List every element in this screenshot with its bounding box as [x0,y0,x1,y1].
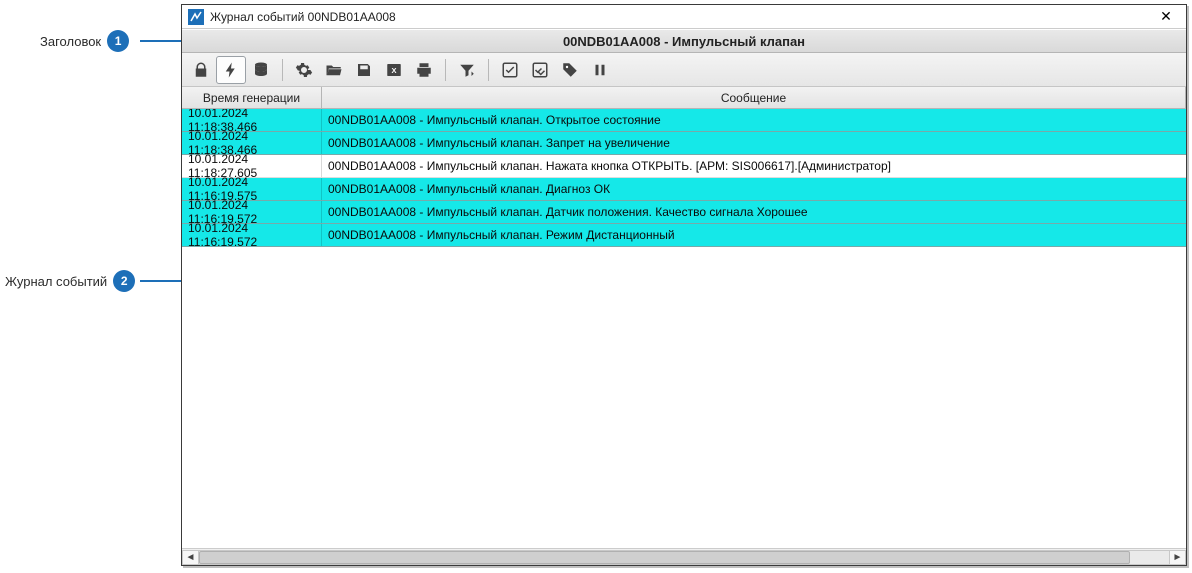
folder-open-icon [325,61,343,79]
svg-text:X: X [391,66,396,75]
lock-icon [192,61,210,79]
toolbar-separator [282,59,283,81]
cell-msg: 00NDB01AA008 - Импульсный клапан. Запрет… [322,132,1186,154]
cell-msg: 00NDB01AA008 - Импульсный клапан. Датчик… [322,201,1186,223]
database-icon [252,61,270,79]
toolbar-separator [488,59,489,81]
table-row[interactable]: 10.01.2024 11:18:38.46600NDB01AA008 - Им… [182,109,1186,132]
save-icon [355,61,373,79]
scroll-track[interactable] [199,550,1169,565]
ack-all-button[interactable] [525,56,555,84]
table-row[interactable]: 10.01.2024 11:18:38.46600NDB01AA008 - Им… [182,132,1186,155]
filter-button[interactable] [452,56,482,84]
tag-button[interactable] [555,56,585,84]
table-row[interactable]: 10.01.2024 11:16:19.57200NDB01AA008 - Им… [182,201,1186,224]
annotation-2-badge: 2 [113,270,135,292]
scroll-left-arrow[interactable]: ◄ [182,550,199,565]
database-button[interactable] [246,56,276,84]
annotation-1-badge: 1 [107,30,129,52]
scroll-thumb[interactable] [199,551,1130,564]
tag-icon [561,61,579,79]
event-log-window: Журнал событий 00NDB01AA008 ✕ 00NDB01AA0… [181,4,1187,566]
close-button[interactable]: ✕ [1152,7,1180,27]
settings-button[interactable] [289,56,319,84]
filter-icon [458,61,476,79]
gear-icon [295,61,313,79]
cell-time: 10.01.2024 11:18:38.466 [182,132,322,154]
annotation-1-label: Заголовок [40,34,101,49]
pause-button[interactable] [585,56,615,84]
scroll-right-arrow[interactable]: ► [1169,550,1186,565]
header-text: 00NDB01AA008 - Импульсный клапан [563,34,805,49]
save-button[interactable] [349,56,379,84]
header-strip: 00NDB01AA008 - Импульсный клапан [182,29,1186,53]
lock-button[interactable] [186,56,216,84]
col-time-header[interactable]: Время генерации [182,87,322,108]
titlebar: Журнал событий 00NDB01AA008 ✕ [182,5,1186,29]
toolbar: X [182,53,1186,87]
check-box-icon [501,61,519,79]
live-button[interactable] [216,56,246,84]
check-box-all-icon [531,61,549,79]
print-button[interactable] [409,56,439,84]
table-row[interactable]: 10.01.2024 11:18:27.60500NDB01AA008 - Им… [182,155,1186,178]
table-header: Время генерации Сообщение [182,87,1186,109]
export-excel-button[interactable]: X [379,56,409,84]
annotation-2-label: Журнал событий [5,274,107,289]
excel-icon: X [385,61,403,79]
cell-time: 10.01.2024 11:16:19.572 [182,201,322,223]
toolbar-separator [445,59,446,81]
annotation-1-line [140,40,181,42]
col-msg-header[interactable]: Сообщение [322,87,1186,108]
app-icon [188,9,204,25]
cell-msg: 00NDB01AA008 - Импульсный клапан. Нажата… [322,155,1186,177]
cell-time: 10.01.2024 11:18:38.466 [182,109,322,131]
cell-time: 10.01.2024 11:18:27.605 [182,155,322,177]
open-button[interactable] [319,56,349,84]
cell-time: 10.01.2024 11:16:19.575 [182,178,322,200]
annotation-2-line [140,280,181,282]
table-row[interactable]: 10.01.2024 11:16:19.57500NDB01AA008 - Им… [182,178,1186,201]
pause-icon [591,61,609,79]
bolt-icon [222,61,240,79]
cell-time: 10.01.2024 11:16:19.572 [182,224,322,246]
cell-msg: 00NDB01AA008 - Импульсный клапан. Диагно… [322,178,1186,200]
window-title: Журнал событий 00NDB01AA008 [210,10,396,24]
printer-icon [415,61,433,79]
h-scrollbar[interactable]: ◄ ► [182,548,1186,565]
table-row[interactable]: 10.01.2024 11:16:19.57200NDB01AA008 - Им… [182,224,1186,247]
ack-single-button[interactable] [495,56,525,84]
cell-msg: 00NDB01AA008 - Импульсный клапан. Режим … [322,224,1186,246]
cell-msg: 00NDB01AA008 - Импульсный клапан. Открыт… [322,109,1186,131]
table-body: 10.01.2024 11:18:38.46600NDB01AA008 - Им… [182,109,1186,548]
